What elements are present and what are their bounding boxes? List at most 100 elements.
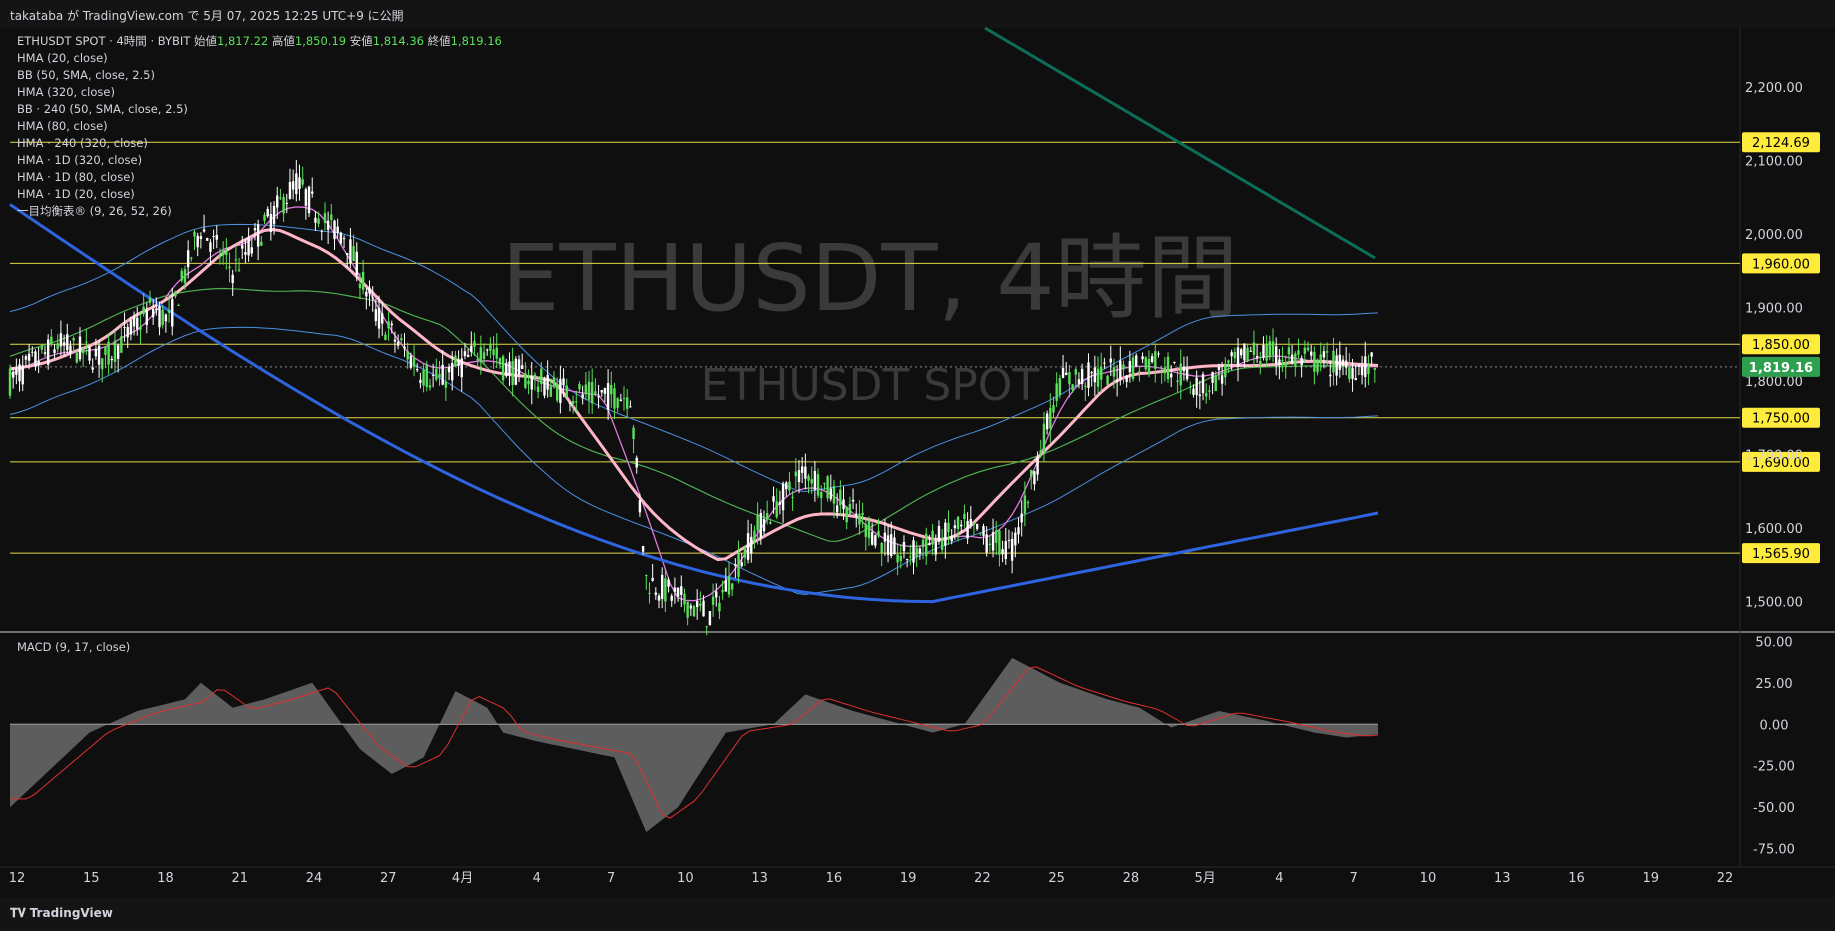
- candle-body: [139, 326, 142, 331]
- candle-body: [253, 228, 257, 231]
- candle-body: [381, 313, 384, 324]
- indicator-hma-1d-80[interactable]: HMA · 1D (80, close): [17, 169, 502, 186]
- candle-body: [1297, 350, 1300, 355]
- candle-body: [514, 358, 518, 385]
- time-tick-5: 27: [380, 871, 397, 886]
- candle-body: [890, 534, 893, 556]
- candle-body: [508, 361, 511, 375]
- candle-body: [632, 427, 635, 440]
- candle-body: [1290, 354, 1294, 363]
- candle-body: [365, 291, 368, 297]
- candle-body: [158, 305, 161, 328]
- candle-body: [1192, 388, 1195, 395]
- indicator-hma-1d-20[interactable]: HMA · 1D (20, close): [17, 186, 502, 203]
- indicator-hma20[interactable]: HMA (20, close): [17, 50, 502, 67]
- candle-body: [1128, 361, 1132, 373]
- candle-body: [1052, 405, 1055, 413]
- candle-body: [1135, 355, 1138, 367]
- candle-body: [129, 320, 133, 335]
- candle-body: [346, 253, 349, 256]
- candle-body: [53, 349, 56, 354]
- indicator-ichimoku[interactable]: 一目均衡表® (9, 26, 52, 26): [17, 203, 502, 220]
- candle-body: [1281, 360, 1284, 362]
- candle-body: [1036, 457, 1039, 475]
- candle-body: [705, 626, 708, 628]
- candle-body: [657, 595, 661, 601]
- candle-body: [616, 398, 619, 408]
- candle-body: [1189, 386, 1192, 388]
- macd-tick-1: 25.00: [1755, 677, 1792, 692]
- candle-body: [199, 236, 203, 239]
- indicator-hma-1d-320[interactable]: HMA · 1D (320, close): [17, 152, 502, 169]
- candle-body: [1338, 354, 1342, 370]
- candle-body: [1017, 527, 1020, 535]
- indicator-hma320[interactable]: HMA (320, close): [17, 84, 502, 101]
- indicator-hma-240[interactable]: HMA · 240 (320, close): [17, 135, 502, 152]
- candle-body: [995, 530, 998, 543]
- indicator-bb[interactable]: BB (50, SMA, close, 2.5): [17, 67, 502, 84]
- level-label-0: 2,124.69: [1752, 136, 1810, 151]
- candle-body: [167, 309, 171, 313]
- candle-body: [1125, 375, 1128, 382]
- candle-body: [979, 532, 982, 534]
- brand-text: TradingView: [29, 906, 113, 920]
- candle-body: [50, 336, 53, 345]
- candle-body: [1198, 394, 1202, 397]
- candle-body: [937, 525, 941, 542]
- candle-body: [444, 381, 448, 388]
- candle-body: [1071, 384, 1074, 390]
- candle-body: [228, 266, 231, 269]
- indicator-bb-240[interactable]: BB · 240 (50, SMA, close, 2.5): [17, 101, 502, 118]
- candle-body: [384, 334, 387, 341]
- candle-body: [56, 343, 59, 350]
- candle-body: [1055, 383, 1058, 401]
- candle-body: [699, 603, 702, 606]
- candle-body: [641, 545, 645, 552]
- candle-body: [1087, 362, 1090, 388]
- legend-symbol-row: ETHUSDT SPOT · 4時間 · BYBIT 始値1,817.22 高値…: [17, 33, 502, 50]
- tradingview-logo[interactable]: 𝐓𝐕 TradingView: [10, 906, 113, 921]
- candle-body: [1170, 373, 1173, 378]
- candle-body: [1109, 358, 1112, 363]
- candle-body: [909, 556, 912, 558]
- indicator-hma80[interactable]: HMA (80, close): [17, 118, 502, 135]
- macd-label[interactable]: MACD (9, 17, close): [17, 640, 130, 654]
- legend-symbol: ETHUSDT SPOT · 4時間 · BYBIT: [17, 34, 191, 48]
- candle-body: [756, 514, 759, 531]
- candle-body: [511, 361, 514, 385]
- candle-body: [785, 482, 788, 490]
- candle-body: [400, 338, 403, 341]
- candle-body: [683, 593, 686, 605]
- candle-body: [1039, 450, 1042, 455]
- candle-body: [78, 336, 82, 360]
- candle-body: [794, 471, 798, 477]
- candle-body: [1020, 513, 1023, 523]
- candle-body: [1176, 380, 1179, 382]
- candle-body: [1100, 366, 1103, 380]
- candle-body: [1255, 355, 1259, 358]
- candle-body: [171, 299, 174, 327]
- candle-body: [403, 346, 406, 349]
- candle-body: [206, 237, 209, 241]
- candle-body: [718, 602, 721, 612]
- candle-body: [374, 309, 378, 322]
- candle-body: [390, 323, 393, 326]
- candle-body: [1058, 378, 1062, 395]
- candle-body: [1166, 356, 1170, 380]
- candle-body: [174, 291, 177, 297]
- candle-body: [1045, 413, 1049, 430]
- candle-body: [88, 346, 91, 361]
- candle-body: [797, 470, 801, 483]
- candle-body: [69, 345, 72, 353]
- candle-body: [565, 385, 568, 398]
- time-tick-4: 24: [306, 871, 323, 886]
- low-value: 1,814.36: [372, 34, 424, 48]
- candle-body: [536, 386, 540, 392]
- candle-body: [126, 327, 129, 338]
- candle-body: [412, 357, 416, 367]
- time-tick-11: 16: [826, 871, 843, 886]
- candle-body: [142, 306, 145, 314]
- time-tick-10: 13: [751, 871, 768, 886]
- macd-tick-4: -50.00: [1753, 801, 1795, 816]
- candle-body: [46, 339, 50, 365]
